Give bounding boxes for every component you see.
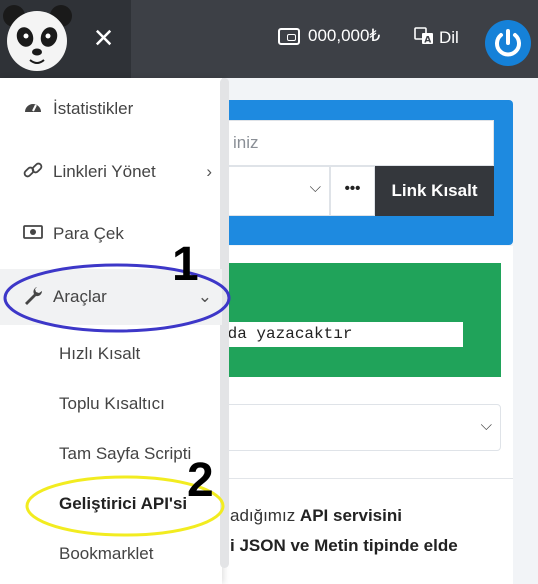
money-icon	[22, 224, 44, 245]
top-navbar: × 000,000₺ A Dil	[0, 0, 538, 78]
chevron-down-icon: ⌵	[309, 179, 321, 196]
wallet-icon	[278, 27, 300, 45]
sidebar-subitem-quick-shorten[interactable]: Hızlı Kısalt	[59, 344, 140, 364]
highlight-ellipse-1	[3, 263, 231, 333]
chevron-right-icon: ›	[206, 162, 212, 181]
translate-icon: A	[414, 26, 434, 50]
close-icon: ×	[93, 19, 114, 57]
panda-logo[interactable]	[0, 0, 76, 78]
sidebar-item-label: Linkleri Yönet	[53, 162, 156, 181]
step-marker-2: 2	[187, 454, 214, 507]
balance-value: 000,000₺	[308, 26, 381, 45]
chevron-down-icon: ⌵	[480, 417, 492, 434]
api-description-line1: adığımız API servisini	[230, 506, 402, 526]
api-description-line2: i JSON ve Metin tipinde elde	[230, 536, 458, 555]
sidebar-subitem-mass-shortener[interactable]: Toplu Kısaltıcı	[59, 394, 165, 414]
sidebar-subitem-full-page-script[interactable]: Tam Sayfa Scripti	[59, 444, 191, 464]
user-menu-button[interactable]	[485, 20, 531, 66]
balance-display[interactable]: 000,000₺	[278, 26, 380, 46]
sidebar-item-manage-links[interactable]: Linkleri Yönet ›	[0, 144, 222, 200]
close-menu-button[interactable]: ×	[76, 0, 131, 78]
sidebar-item-label: İstatistikler	[53, 99, 134, 118]
sidebar-item-statistics[interactable]: İstatistikler	[0, 81, 222, 137]
language-button[interactable]: A Dil	[414, 26, 459, 50]
shorten-link-button[interactable]: Link Kısalt	[375, 166, 494, 216]
text: adığımız	[230, 506, 300, 525]
link-icon	[22, 160, 44, 185]
more-options-button[interactable]: •••	[330, 166, 375, 216]
language-label: Dil	[439, 28, 459, 47]
dashboard-icon	[22, 97, 44, 122]
step-marker-1: 1	[172, 238, 199, 291]
sidebar-item-label: Para Çek	[53, 224, 124, 243]
text-bold: API servisini	[299, 506, 402, 525]
power-icon	[495, 29, 521, 57]
svg-text:A: A	[424, 36, 431, 46]
